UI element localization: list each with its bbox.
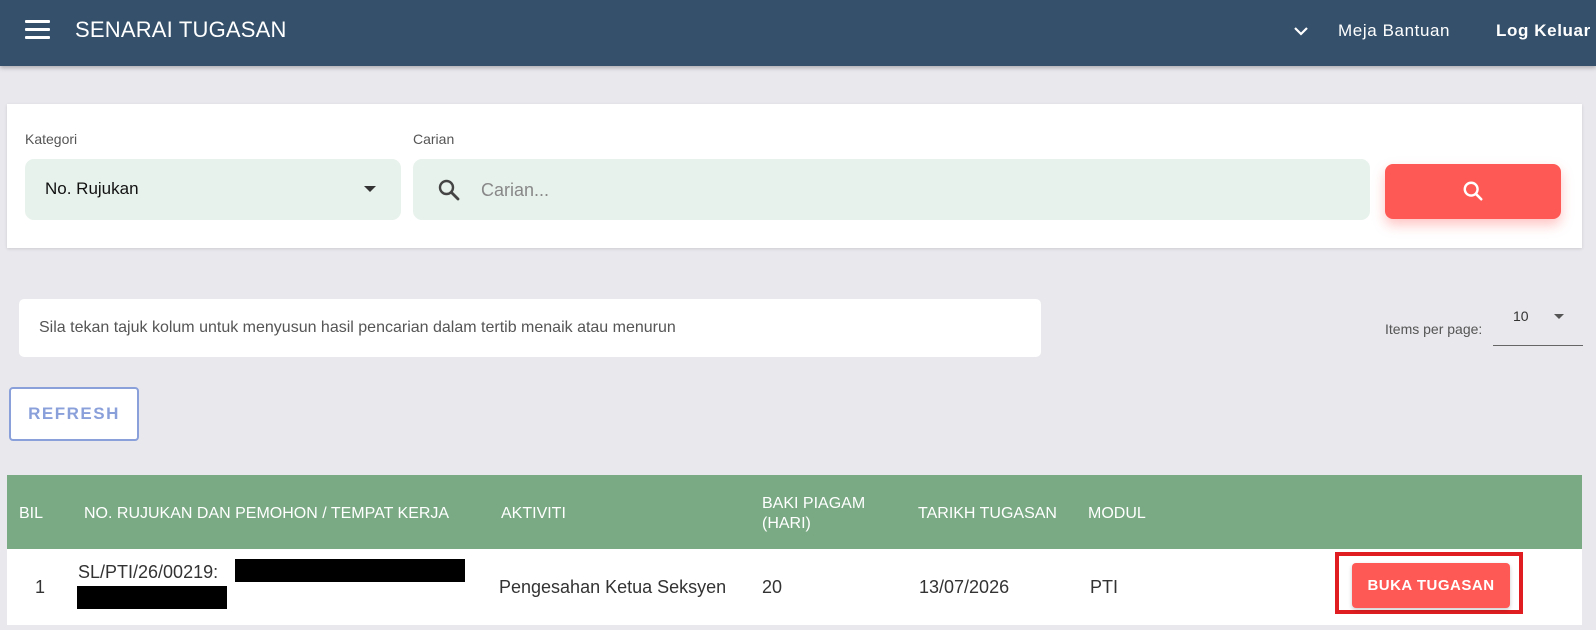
dropdown-arrow-icon	[1554, 314, 1564, 319]
cell-activity: Pengesahan Ketua Seksyen	[499, 577, 727, 597]
search-field[interactable]	[413, 159, 1370, 220]
chevron-down-icon[interactable]	[1292, 22, 1310, 40]
top-app-bar: SENARAI TUGASAN Meja Bantuan Log Keluar	[0, 0, 1596, 66]
column-header-baki-piagam[interactable]: BAKI PIAGAM (HARI)	[762, 494, 865, 534]
sort-hint-box: Sila tekan tajuk kolum untuk menyusun ha…	[19, 299, 1041, 357]
hamburger-menu-icon[interactable]	[25, 20, 50, 40]
category-select[interactable]: No. Rujukan	[25, 159, 401, 220]
cell-baki-piagam: 20	[762, 577, 783, 597]
sort-hint-text: Sila tekan tajuk kolum untuk menyusun ha…	[39, 319, 676, 336]
cell-date: 13/07/2026	[919, 577, 1010, 597]
cell-bil: 1	[35, 577, 46, 597]
column-header-bil[interactable]: BIL	[19, 504, 43, 524]
column-header-baki-line1: BAKI PIAGAM	[762, 495, 866, 512]
search-button[interactable]	[1385, 164, 1561, 219]
search-icon	[438, 179, 460, 201]
search-icon	[1463, 181, 1483, 201]
items-per-page-label: Items per page:	[1385, 321, 1483, 337]
cell-reference: SL/PTI/26/00219:	[78, 562, 219, 582]
column-header-module[interactable]: MODUL	[1088, 504, 1146, 524]
logout-link[interactable]: Log Keluar	[1496, 21, 1591, 41]
category-label: Kategori	[25, 131, 78, 147]
search-label: Carian	[413, 131, 455, 147]
table-header: BIL NO. RUJUKAN DAN PEMOHON / TEMPAT KER…	[7, 475, 1582, 549]
category-selected-value: No. Rujukan	[45, 179, 139, 198]
column-header-activity[interactable]: AKTIVITI	[501, 504, 566, 524]
dropdown-arrow-icon	[364, 186, 376, 192]
page-title: SENARAI TUGASAN	[75, 17, 287, 42]
redacted-applicant-name	[235, 559, 465, 582]
open-task-button[interactable]: BUKA TUGASAN	[1352, 563, 1510, 608]
items-per-page-select[interactable]: 10	[1493, 298, 1583, 346]
items-per-page-value: 10	[1513, 308, 1529, 324]
column-header-baki-line2: (HARI)	[762, 515, 811, 532]
column-header-reference[interactable]: NO. RUJUKAN DAN PEMOHON / TEMPAT KERJA	[84, 504, 449, 524]
cell-module: PTI	[1090, 577, 1119, 597]
column-header-date[interactable]: TARIKH TUGASAN	[918, 504, 1057, 524]
help-desk-link[interactable]: Meja Bantuan	[1338, 21, 1450, 41]
search-input[interactable]	[481, 173, 1341, 207]
redacted-workplace	[77, 586, 227, 609]
refresh-button[interactable]: REFRESH	[9, 387, 139, 441]
